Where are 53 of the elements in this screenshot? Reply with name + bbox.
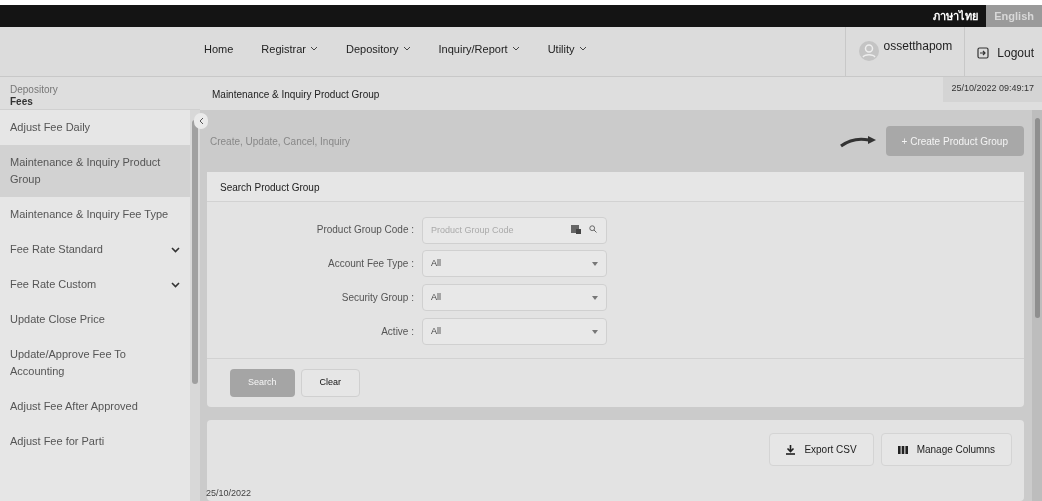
dropdown-field[interactable]: All bbox=[422, 318, 607, 345]
chevron-down-icon bbox=[309, 46, 318, 51]
nav-link[interactable]: Home bbox=[204, 41, 234, 58]
scrollbar-thumb[interactable] bbox=[192, 120, 198, 384]
user-name: ossetthapom bbox=[883, 38, 953, 55]
logout-button[interactable]: Logout bbox=[977, 44, 1034, 62]
dropdown-field[interactable]: All bbox=[422, 284, 607, 311]
sidebar-item[interactable]: Adjust Fee for Parti bbox=[0, 424, 190, 459]
field-label: Active : bbox=[380, 325, 415, 339]
download-icon bbox=[786, 444, 796, 455]
card-title: Search Product Group bbox=[207, 172, 1024, 202]
manage-columns-button[interactable]: Manage Columns bbox=[880, 433, 1012, 466]
sidebar-item[interactable]: Maintenance & Inquiry Product Group bbox=[0, 145, 190, 197]
search-icon[interactable] bbox=[589, 225, 597, 233]
field-label: Product Group Code : bbox=[315, 223, 415, 237]
columns-icon bbox=[897, 445, 908, 454]
chevron-down-icon bbox=[402, 46, 411, 51]
text-field[interactable]: Product Group Code bbox=[422, 216, 607, 244]
arrow-icon bbox=[839, 134, 878, 148]
language-tab[interactable]: ภาษาไทย bbox=[925, 5, 987, 27]
field-label: Account Fee Type : bbox=[327, 257, 415, 271]
dropdown-arrow-icon bbox=[592, 295, 598, 300]
scrollbar-thumb[interactable] bbox=[1035, 118, 1040, 318]
chevron-left-icon bbox=[198, 117, 204, 125]
sidebar-section-label: Depository bbox=[10, 84, 59, 96]
clear-button[interactable]: Clear bbox=[300, 369, 361, 397]
field-label: Security Group : bbox=[340, 291, 415, 305]
chevron-down-icon bbox=[578, 46, 587, 51]
chevron-down-icon bbox=[511, 46, 520, 51]
export-button[interactable]: Export CSV bbox=[769, 433, 874, 466]
logout-icon bbox=[977, 47, 990, 59]
nav-link[interactable]: Utility bbox=[547, 41, 587, 58]
sidebar-item[interactable]: Maintenance & Inquiry Fee Type bbox=[0, 197, 190, 232]
sidebar-item[interactable]: Fee Rate Custom bbox=[0, 267, 190, 302]
footer-date: 25/10/2022 bbox=[206, 486, 252, 500]
date-time: 25/10/2022 09:49:17 bbox=[943, 77, 1042, 102]
sidebar-item[interactable]: Update/Approve Fee To Accounting bbox=[0, 337, 190, 389]
page-subtitle: Create, Update, Cancel, Inquiry bbox=[210, 134, 351, 149]
chevron-down-icon bbox=[171, 246, 180, 253]
sidebar-item[interactable]: Fee Rate Standard bbox=[0, 232, 190, 267]
dropdown-arrow-icon bbox=[592, 261, 598, 266]
sidebar-item[interactable]: Adjust Fee Daily bbox=[0, 110, 190, 145]
dropdown-arrow-icon bbox=[592, 329, 598, 334]
sidebar-item[interactable]: Adjust Fee After Approved bbox=[0, 389, 190, 424]
sidebar-item[interactable]: Update Close Price bbox=[0, 302, 190, 337]
chevron-down-icon bbox=[171, 281, 180, 288]
dropdown-field[interactable]: All bbox=[422, 250, 607, 277]
nav-link[interactable]: Registrar bbox=[261, 41, 318, 58]
nav-link[interactable]: Inquiry/Report bbox=[438, 41, 520, 58]
sidebar-title: Fees bbox=[10, 96, 34, 108]
nav-link[interactable]: Depository bbox=[345, 41, 411, 58]
page-title: Maintenance & Inquiry Product Group bbox=[212, 88, 380, 102]
avatar-icon bbox=[857, 40, 880, 62]
